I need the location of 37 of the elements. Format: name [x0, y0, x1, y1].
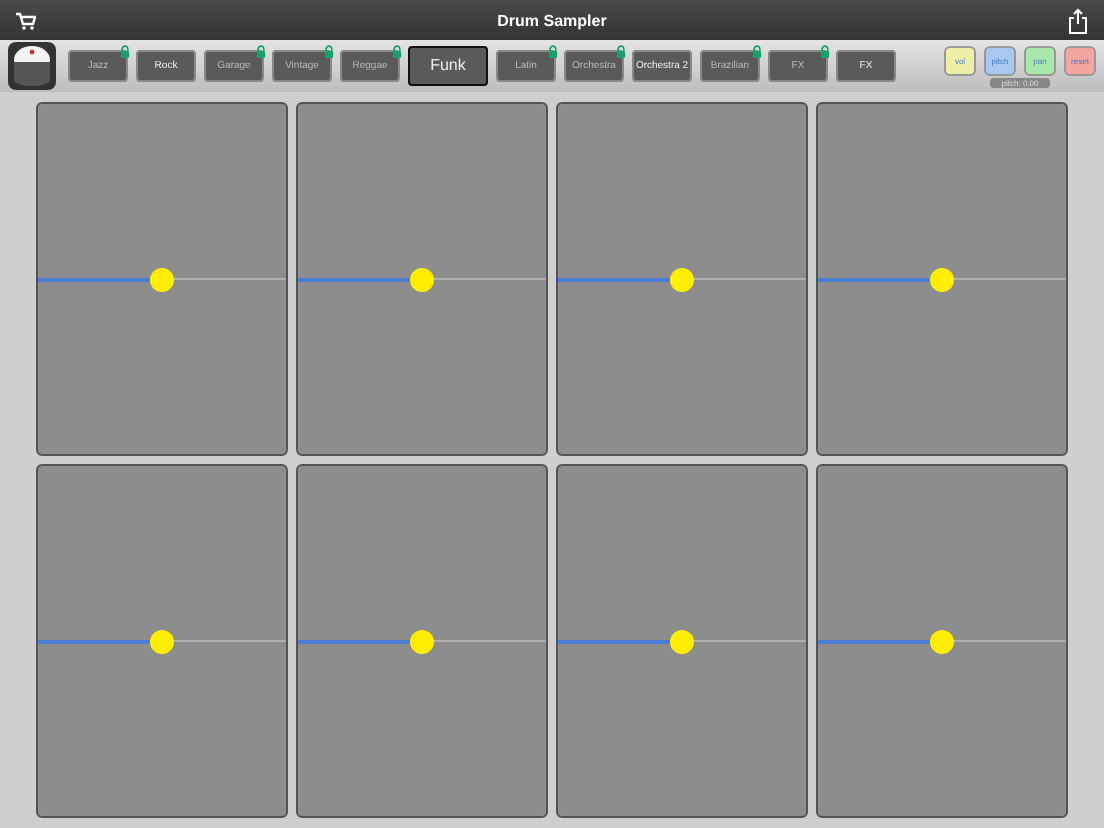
drum-pad[interactable] [36, 102, 288, 456]
lock-icon [390, 44, 404, 58]
lock-icon [322, 44, 336, 58]
slider-thumb[interactable] [670, 629, 694, 653]
slider-thumb[interactable] [410, 267, 434, 291]
pad-slider[interactable] [818, 267, 1066, 291]
slider-thumb[interactable] [150, 629, 174, 653]
lock-icon [254, 44, 268, 58]
slider-thumb[interactable] [670, 267, 694, 291]
pad-slider[interactable] [298, 629, 546, 653]
window-title: Drum Sampler [497, 11, 607, 29]
slider-thumb[interactable] [150, 267, 174, 291]
drum-icon [8, 42, 56, 90]
drum-pad[interactable] [296, 102, 548, 456]
drum-pad[interactable] [816, 102, 1068, 456]
kit-button[interactable]: Funk [408, 46, 488, 86]
lock-icon [818, 44, 832, 58]
pad-slider[interactable] [38, 267, 286, 291]
lock-icon [118, 44, 132, 58]
slider-thumb[interactable] [930, 629, 954, 653]
cart-icon[interactable] [16, 11, 36, 29]
lock-icon [750, 44, 764, 58]
pad-slider[interactable] [558, 267, 806, 291]
lock-icon [614, 44, 628, 58]
lock-icon [546, 44, 560, 58]
pad-slider[interactable] [558, 629, 806, 653]
pad-slider[interactable] [38, 629, 286, 653]
drum-pad[interactable] [296, 464, 548, 818]
slider-thumb[interactable] [930, 267, 954, 291]
share-icon[interactable] [1068, 7, 1088, 33]
drum-pad[interactable] [816, 464, 1068, 818]
pad-slider[interactable] [818, 629, 1066, 653]
pad-slider[interactable] [298, 267, 546, 291]
drum-pad[interactable] [556, 464, 808, 818]
drum-pad[interactable] [36, 464, 288, 818]
drum-pad[interactable] [556, 102, 808, 456]
slider-thumb[interactable] [410, 629, 434, 653]
